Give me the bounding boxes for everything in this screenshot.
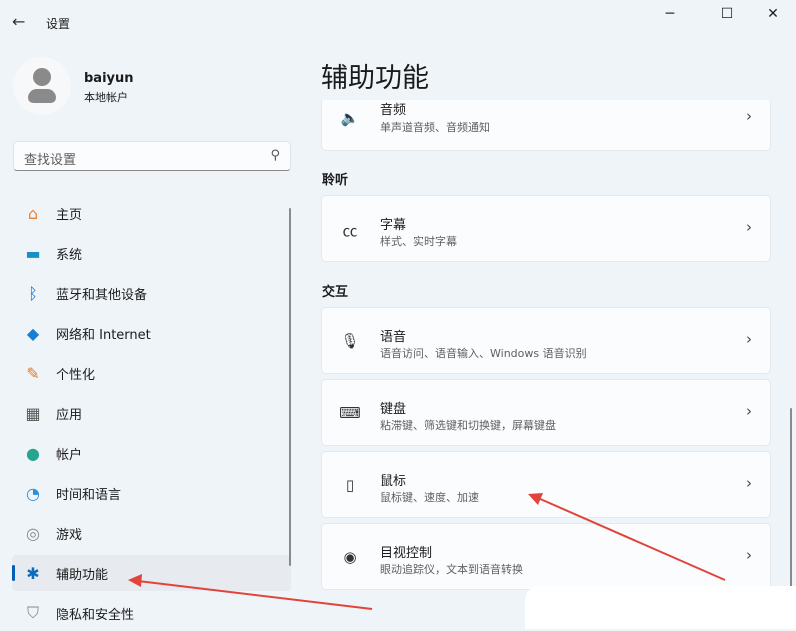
annotation-arrow-mouse bbox=[537, 497, 726, 581]
annotation-arrow-sidebar bbox=[137, 580, 373, 610]
occlusion-patch bbox=[525, 586, 796, 629]
annotation-arrowhead bbox=[128, 574, 142, 587]
annotation-arrows bbox=[128, 493, 726, 610]
